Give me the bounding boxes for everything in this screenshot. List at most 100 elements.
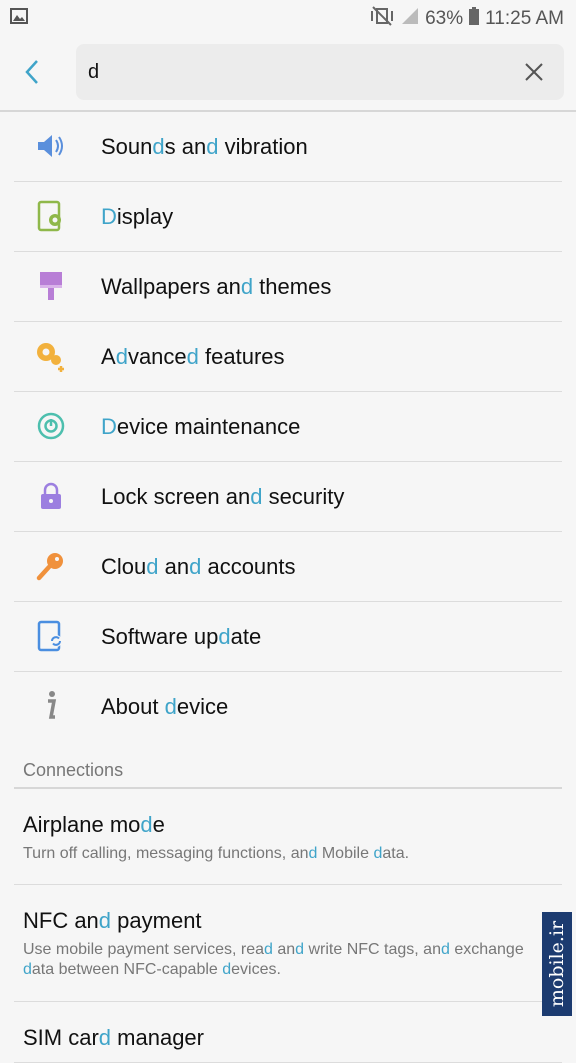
search-header: d (0, 36, 576, 112)
result-item[interactable]: Cloud and accounts (14, 532, 562, 602)
label-segment: Clou (101, 554, 146, 579)
paint-roller-icon (34, 269, 68, 303)
clear-search-button[interactable] (516, 54, 552, 90)
match-highlight: d (99, 908, 111, 933)
label-segment: About (101, 694, 165, 719)
result-label: Lock screen and security (101, 484, 344, 510)
label-segment: Lock screen an (101, 484, 250, 509)
label-segment: Use mobile payment services, rea (23, 941, 264, 958)
status-bar: 63% 11:25 AM (0, 0, 576, 36)
result-item[interactable]: Sounds and vibration (14, 112, 562, 182)
match-highlight: D (101, 414, 117, 439)
label-segment: isplay (117, 204, 173, 229)
label-segment: ate (231, 624, 262, 649)
battery-icon (469, 7, 479, 31)
connections-list: Airplane mode Turn off calling, messaging… (0, 789, 576, 1063)
label-segment: manager (111, 1025, 204, 1050)
result-item[interactable]: About device (14, 672, 562, 741)
match-highlight: d (241, 274, 253, 299)
result-item[interactable]: Software update (14, 602, 562, 672)
label-segment: themes (253, 274, 331, 299)
image-icon (10, 8, 28, 29)
label-segment: SIM car (23, 1025, 99, 1050)
result-item[interactable]: Display (14, 182, 562, 252)
label-segment: an (159, 554, 190, 579)
connections-section-header: Connections (14, 741, 562, 789)
device-maintenance-icon (34, 409, 68, 443)
search-query: d (88, 61, 99, 84)
match-highlight: D (101, 204, 117, 229)
label-segment: NFC an (23, 908, 99, 933)
section-title: Connections (23, 760, 123, 781)
match-highlight: d (23, 961, 32, 978)
label-segment: security (262, 484, 344, 509)
label-segment: Turn off calling, messaging functions, a… (23, 845, 309, 862)
label-segment: exchange (450, 941, 524, 958)
watermark-text: mobile.ir (546, 921, 568, 1007)
connection-item[interactable]: NFC and payment Use mobile payment servic… (14, 885, 562, 1002)
label-segment: accounts (201, 554, 295, 579)
clock: 11:25 AM (485, 8, 564, 30)
label-segment: ata. (382, 845, 409, 862)
match-highlight: d (99, 1025, 111, 1050)
battery-percent: 63% (425, 8, 463, 30)
result-label: Sounds and vibration (101, 134, 308, 160)
label-segment: e (153, 812, 165, 837)
result-label: Display (101, 204, 173, 230)
match-highlight: d (222, 961, 231, 978)
label-segment: evice maintenance (117, 414, 300, 439)
result-item[interactable]: Lock screen and security (14, 462, 562, 532)
label-segment: ata between NFC-capable (32, 961, 222, 978)
signal-icon (401, 7, 419, 31)
result-label: Cloud and accounts (101, 554, 296, 580)
close-icon (524, 62, 544, 82)
connection-item[interactable]: Airplane mode Turn off calling, messaging… (14, 789, 562, 885)
connection-description: Turn off calling, messaging functions, a… (14, 838, 562, 864)
result-label: Software update (101, 624, 261, 650)
result-item[interactable]: Wallpapers and themes (14, 252, 562, 322)
match-highlight: d (152, 134, 164, 159)
result-label: Wallpapers and themes (101, 274, 331, 300)
label-segment: Soun (101, 134, 152, 159)
label-segment: Mobile (317, 845, 373, 862)
label-segment: write NFC tags, an (304, 941, 441, 958)
label-segment: A (101, 344, 116, 369)
result-label: Advanced features (101, 344, 285, 370)
info-icon (34, 689, 68, 723)
result-item[interactable]: Device maintenance (14, 392, 562, 462)
display-gear-icon (34, 199, 68, 233)
gears-plus-icon (34, 339, 68, 373)
label-segment: Wallpapers an (101, 274, 241, 299)
connection-title: SIM card manager (14, 1002, 562, 1051)
label-segment: vibration (218, 134, 307, 159)
back-button[interactable] (10, 50, 54, 94)
result-item[interactable]: Advanced features (14, 322, 562, 392)
mute-vibrate-icon (369, 6, 395, 32)
connection-title: NFC and payment (14, 885, 562, 934)
match-highlight: d (295, 941, 304, 958)
label-segment: Software up (101, 624, 218, 649)
label-segment: evices. (231, 961, 281, 978)
search-results: Sounds and vibration Display Wallpapers … (0, 112, 576, 1063)
match-highlight: d (140, 812, 152, 837)
label-segment: an (273, 941, 295, 958)
match-highlight: d (146, 554, 158, 579)
match-highlight: d (264, 941, 273, 958)
match-highlight: d (441, 941, 450, 958)
match-highlight: d (187, 344, 199, 369)
label-segment: vance (128, 344, 187, 369)
match-highlight: d (206, 134, 218, 159)
search-input[interactable]: d (76, 44, 564, 100)
lock-icon (34, 479, 68, 513)
connection-title: Airplane mode (14, 789, 562, 838)
match-highlight: d (218, 624, 230, 649)
label-segment: features (199, 344, 285, 369)
match-highlight: d (189, 554, 201, 579)
match-highlight: d (250, 484, 262, 509)
label-segment: evice (177, 694, 228, 719)
result-list: Sounds and vibration Display Wallpapers … (0, 112, 576, 741)
result-label: Device maintenance (101, 414, 300, 440)
key-icon (34, 549, 68, 583)
connection-item[interactable]: SIM card manager (14, 1002, 562, 1063)
match-highlight: d (165, 694, 177, 719)
